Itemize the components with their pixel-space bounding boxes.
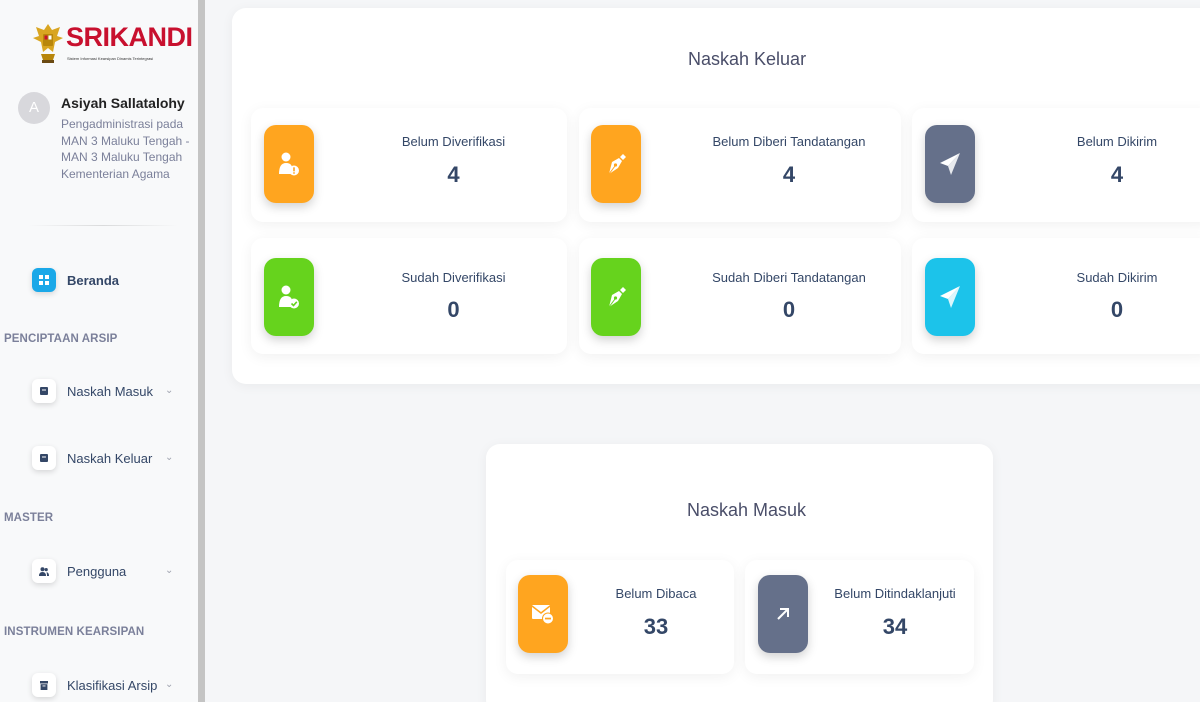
app-tagline: Sistem Informasi Kearsipan Dinamis Terin…: [67, 56, 154, 61]
stat-label: Belum Ditindaklanjuti: [834, 586, 956, 601]
panel-title-naskah-keluar: Naskah Keluar: [688, 49, 807, 69]
stat-label: Belum Dibaca: [615, 586, 697, 601]
document-icon: [32, 379, 56, 403]
sidebar-item-label: Naskah Masuk: [67, 383, 153, 399]
stat-label: Sudah Diberi Tandatangan: [712, 270, 866, 285]
stat-value: 4: [1110, 162, 1124, 187]
sidebar-divider-line: [28, 225, 178, 226]
stat-card-belum-dikirim[interactable]: Belum Dikirim 4: [912, 108, 1200, 222]
section-title-penciptaan: PENCIPTAAN ARSIP: [4, 333, 118, 345]
stat-label: Belum Dikirim: [1076, 134, 1158, 149]
users-icon: [32, 559, 56, 583]
avatar[interactable]: A: [18, 92, 50, 124]
chevron-down-icon[interactable]: ⌄: [165, 385, 173, 396]
stat-label: Sudah Dikirim: [1076, 270, 1158, 285]
send-icon: [925, 125, 975, 203]
user-desc-line: Kementerian Agama: [61, 166, 170, 181]
stat-value: 0: [447, 297, 460, 322]
pen-icon: [591, 125, 641, 203]
sidebar-item-label: Naskah Keluar: [67, 450, 153, 466]
sidebar-item-beranda[interactable]: Beranda: [32, 264, 119, 296]
garuda-emblem-icon: [33, 24, 63, 63]
sidebar-scrollbar[interactable]: [198, 0, 205, 702]
user-name: Asiyah Sallatalohy: [61, 95, 185, 111]
stat-label: Belum Diberi Tandatangan: [712, 134, 866, 149]
chevron-down-icon[interactable]: ⌄: [165, 565, 173, 576]
stat-card-belum-ditindaklanjuti[interactable]: Belum Ditindaklanjuti 34: [745, 560, 974, 674]
panel-title-naskah-masuk: Naskah Masuk: [687, 500, 807, 520]
stat-value: 33: [643, 614, 669, 639]
sidebar-item-label: Pengguna: [67, 563, 127, 579]
user-desc-line: MAN 3 Maluku Tengah: [61, 150, 183, 164]
sidebar-item-label: Klasifikasi Arsip: [67, 677, 158, 693]
sidebar-item-pengguna[interactable]: Pengguna ⌄: [32, 555, 182, 587]
grid-icon: [32, 268, 56, 292]
stat-value: 34: [882, 614, 908, 639]
section-title-master: MASTER: [4, 512, 54, 524]
chevron-down-icon[interactable]: ⌄: [165, 679, 173, 690]
stat-card-sudah-diberi-tandatangan[interactable]: Sudah Diberi Tandatangan 0: [579, 238, 901, 354]
stat-card-sudah-dikirim[interactable]: Sudah Dikirim 0: [912, 238, 1200, 354]
user-description: Pengadministrasi pada MAN 3 Maluku Tenga…: [61, 116, 193, 182]
user-pending-icon: [264, 125, 314, 203]
app-logo[interactable]: SRIKANDI Sistem Informasi Kearsipan Dina…: [33, 22, 193, 68]
archive-icon: [32, 673, 56, 697]
stat-label: Sudah Diverifikasi: [401, 270, 506, 285]
pen-icon: [591, 258, 641, 336]
sidebar: SRIKANDI Sistem Informasi Kearsipan Dina…: [0, 0, 198, 702]
section-title-instrumen: INSTRUMEN KEARSIPAN: [4, 626, 145, 638]
stat-value: 0: [782, 297, 796, 322]
user-desc-line: Pengadministrasi pada: [61, 117, 184, 131]
mail-minus-icon: [518, 575, 568, 653]
app-name: SRIKANDI: [66, 22, 193, 52]
stat-label: Belum Diverifikasi: [401, 134, 506, 149]
sidebar-item-naskah-masuk[interactable]: Naskah Masuk ⌄: [32, 375, 182, 407]
stat-card-belum-diberi-tandatangan[interactable]: Belum Diberi Tandatangan 4: [579, 108, 901, 222]
user-desc-line: MAN 3 Maluku Tengah -: [61, 133, 190, 148]
sidebar-item-naskah-keluar[interactable]: Naskah Keluar ⌄: [32, 442, 182, 474]
chevron-down-icon[interactable]: ⌄: [165, 452, 173, 463]
sidebar-item-klasifikasi-arsip[interactable]: Klasifikasi Arsip ⌄: [32, 669, 182, 701]
stat-card-belum-diverifikasi[interactable]: Belum Diverifikasi 4: [251, 108, 567, 222]
stat-card-sudah-diverifikasi[interactable]: Sudah Diverifikasi 0: [251, 238, 567, 354]
stat-value: 4: [447, 162, 460, 187]
user-check-icon: [264, 258, 314, 336]
document-icon: [32, 446, 56, 470]
stat-value: 4: [782, 162, 796, 187]
stat-value: 0: [1110, 297, 1124, 322]
stat-card-belum-dibaca[interactable]: Belum Dibaca 33: [506, 560, 734, 674]
sidebar-item-label: Beranda: [67, 272, 120, 288]
send-icon: [925, 258, 975, 336]
arrow-up-right-icon: [758, 575, 808, 653]
